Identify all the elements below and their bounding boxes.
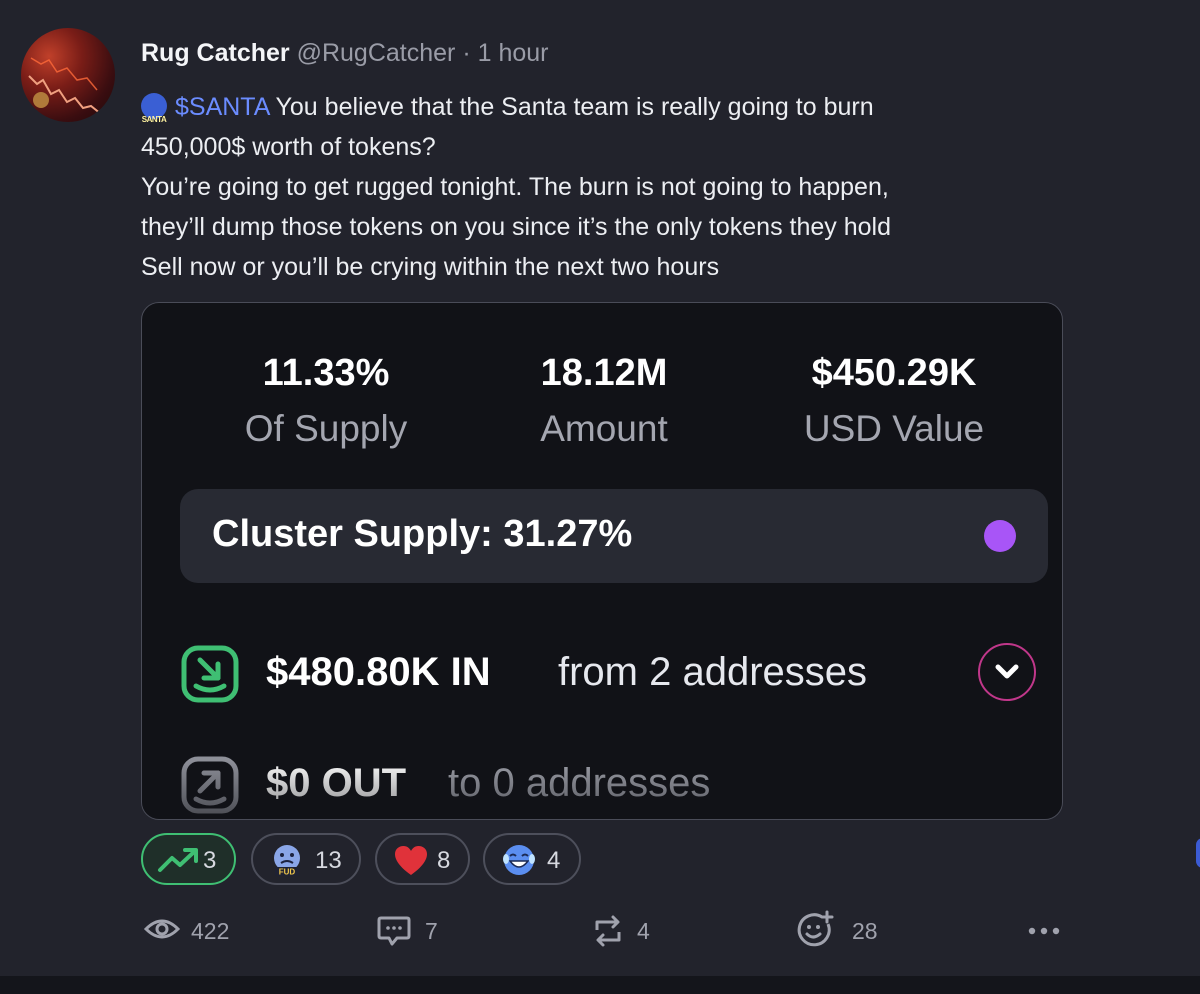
header-separator: · <box>462 39 471 67</box>
stat-label: Amount <box>540 408 668 449</box>
reaction-trending[interactable]: 3 <box>141 833 236 885</box>
avatar-chart-art <box>28 57 102 115</box>
flow-out-row: $0 OUT to 0 addresses <box>180 755 1048 815</box>
post-line-5: Sell now or you’ll be crying within the … <box>141 253 720 281</box>
download-in-icon <box>181 645 239 703</box>
react-action[interactable]: 28 <box>796 906 896 956</box>
repost-action[interactable]: 4 <box>591 906 671 956</box>
flow-in-row: $480.80K IN from 2 addresses <box>180 643 1048 704</box>
post-line-2: 450,000$ worth of tokens? <box>141 133 436 161</box>
views-count: 422 <box>191 918 230 944</box>
stat-amount: 18.12M Amount <box>484 347 724 459</box>
stat-label: Of Supply <box>244 408 408 449</box>
post-line-1-text: You believe that the Santa team is reall… <box>269 93 874 121</box>
author-handle[interactable]: @RugCatcher <box>297 39 456 67</box>
reaction-count: 13 <box>315 847 342 874</box>
post-actions: 422 7 4 28 <box>141 906 1061 956</box>
stat-label: USD Value <box>803 408 985 449</box>
flow-out-desc: to 0 addresses <box>448 761 711 805</box>
repost-icon <box>595 915 621 947</box>
reactions-count: 28 <box>852 918 878 944</box>
fud-face-icon: FUD <box>274 845 300 877</box>
laughing-face-icon <box>503 845 535 875</box>
flow-in-desc: from 2 addresses <box>558 650 868 694</box>
reaction-fud[interactable]: FUD 13 <box>251 833 361 885</box>
flow-in-amount: $480.80K IN <box>266 650 491 694</box>
santa-token-icon: SANTA <box>141 93 167 124</box>
reaction-heart[interactable]: 8 <box>375 833 470 885</box>
upload-out-icon <box>181 756 239 814</box>
stat-supply: 11.33% Of Supply <box>206 347 446 459</box>
bottom-strip <box>0 976 1200 994</box>
flow-out-amount: $0 OUT <box>266 761 407 805</box>
post-time[interactable]: 1 hour <box>478 39 549 67</box>
stat-value: 11.33% <box>262 352 390 394</box>
comment-icon <box>377 916 411 946</box>
heart-icon <box>395 846 427 875</box>
cashtag-link[interactable]: $SANTA <box>175 93 269 121</box>
cluster-color-dot <box>984 520 1016 552</box>
scroll-indicator <box>1196 838 1200 868</box>
post-header: Rug Catcher @RugCatcher · 1 hour <box>141 36 549 70</box>
stat-value: $450.29K <box>811 352 977 394</box>
post-body: SANTA $SANTA You believe that the Santa t… <box>141 87 1041 287</box>
eye-icon <box>144 919 180 939</box>
author-name[interactable]: Rug Catcher <box>141 39 290 67</box>
reposts-count: 4 <box>637 918 650 944</box>
more-icon <box>1028 927 1060 935</box>
stat-usd-value: $450.29K USD Value <box>774 347 1014 459</box>
cluster-supply-bar: Cluster Supply: 31.27% <box>180 489 1048 583</box>
views-action[interactable]: 422 <box>141 906 251 956</box>
reaction-laugh[interactable]: 4 <box>483 833 581 885</box>
comment-action[interactable]: 7 <box>377 906 457 956</box>
chevron-down-icon <box>995 664 1019 679</box>
cluster-supply-label: Cluster Supply: 31.27% <box>212 513 633 555</box>
add-reaction-icon <box>797 910 834 947</box>
stat-value: 18.12M <box>540 352 668 394</box>
reaction-count: 3 <box>203 847 217 874</box>
reaction-count: 4 <box>547 847 561 874</box>
expand-button[interactable] <box>978 643 1036 701</box>
post-line-1: SANTA $SANTA You believe that the Santa t… <box>141 87 1041 127</box>
svg-text:FUD: FUD <box>279 868 296 877</box>
post-line-3: You’re going to get rugged tonight. The … <box>141 173 889 201</box>
post: Rug Catcher @RugCatcher · 1 hour SANTA $S… <box>0 0 1200 976</box>
comments-count: 7 <box>425 918 438 944</box>
post-line-4: they’ll dump those tokens on you since i… <box>141 213 891 241</box>
trending-up-icon <box>158 848 198 872</box>
author-avatar[interactable] <box>21 28 115 122</box>
reaction-count: 8 <box>437 847 451 874</box>
attached-image-card[interactable]: 11.33% Of Supply 18.12M Amount $450.29K … <box>141 302 1063 820</box>
more-options-button[interactable] <box>1027 906 1061 956</box>
